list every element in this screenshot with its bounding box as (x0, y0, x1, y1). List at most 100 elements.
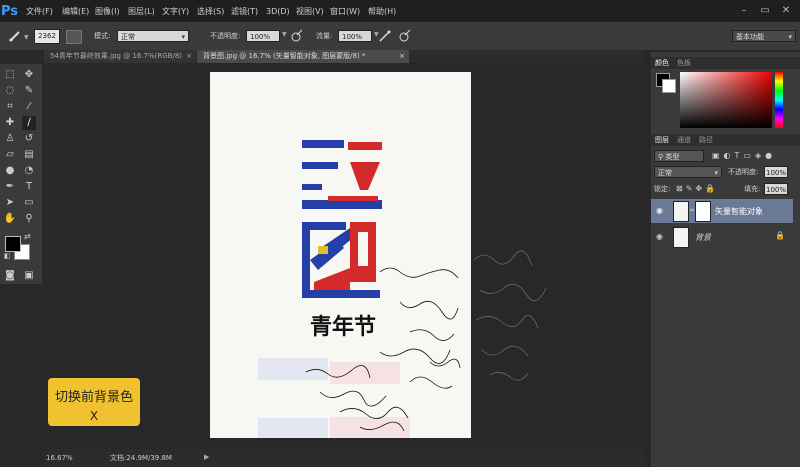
tab-swatches[interactable]: 色板 (677, 58, 691, 68)
close-icon[interactable]: ✕ (779, 5, 793, 17)
layer-filter-value: 类型 (665, 153, 680, 161)
layer-filter-icons[interactable]: ▣◐T▭◈● (712, 150, 796, 162)
maximize-icon[interactable]: ▭ (758, 5, 772, 17)
quick-mask-icon[interactable]: ◙ (3, 269, 17, 283)
blur-tool-icon[interactable]: ● (3, 164, 17, 178)
eyedropper-tool-icon[interactable]: ⁄ (22, 100, 36, 114)
eraser-tool-icon[interactable]: ▱ (3, 148, 17, 162)
tab-close-icon[interactable]: × (186, 50, 192, 63)
brush-size-field[interactable]: 2362 (34, 29, 60, 44)
layers-panel-tabs: 图层 通道 路径 (651, 134, 800, 146)
eye-icon[interactable]: ◉ (656, 232, 663, 241)
tab-color[interactable]: 颜色 (655, 58, 669, 68)
layer-mask-thumbnail[interactable] (695, 201, 711, 222)
brush-tool-icon[interactable]: ∕ (22, 116, 36, 130)
brush-picker-arrow-icon[interactable]: ▼ (24, 34, 32, 41)
opacity-arrow-icon[interactable]: ▼ (282, 31, 287, 38)
menu-view[interactable]: 视图(V) (296, 6, 324, 18)
fill-input[interactable]: 100% (764, 183, 788, 195)
layer-row-background[interactable]: ◉ 背景 🔒 (651, 225, 793, 249)
panel-background-swatch[interactable] (662, 79, 676, 93)
marquee-tool-icon[interactable]: ⬚ (3, 68, 17, 82)
opacity-input[interactable]: 100% (246, 30, 280, 42)
blend-mode-select[interactable]: 正常 ▾ (654, 166, 722, 178)
layer-opacity-label: 不透明度: (728, 168, 759, 176)
poster-artwork: 青年节 (258, 140, 461, 438)
quick-select-tool-icon[interactable]: ✎ (22, 84, 36, 98)
tab-paths[interactable]: 路径 (699, 135, 713, 145)
tab-layers[interactable]: 图层 (655, 135, 669, 145)
menu-window[interactable]: 窗口(W) (330, 6, 360, 18)
layer-thumbnail (673, 201, 689, 222)
gradient-tool-icon[interactable]: ▤ (22, 148, 36, 162)
move-tool-icon[interactable]: ✥ (22, 68, 36, 82)
minimize-icon[interactable]: – (737, 5, 751, 17)
pressure-size-icon[interactable] (398, 29, 412, 46)
tab-channels[interactable]: 通道 (677, 135, 691, 145)
photoshop-logo: Ps (1, 4, 19, 19)
dodge-tool-icon[interactable]: ◔ (22, 164, 36, 178)
brush-tool-icon[interactable] (8, 29, 22, 46)
pressure-opacity-icon[interactable] (290, 29, 304, 46)
blend-mode-value: 正常 (658, 169, 672, 177)
menu-file[interactable]: 文件(F) (26, 6, 53, 18)
menu-edit[interactable]: 编辑(E) (62, 6, 89, 18)
default-colors-icon[interactable]: ◧ (4, 252, 11, 260)
tooltip-shortcut: X (89, 409, 99, 423)
tab-background-image[interactable]: 背景图.jpg @ 16.7% (矢量智能对象, 图层蒙版/8) * × (197, 50, 409, 63)
rectangle-tool-icon[interactable]: ▭ (22, 196, 36, 210)
type-tool-icon[interactable]: T (22, 180, 36, 194)
search-icon: ⚲ (658, 153, 664, 161)
link-icon: ∞ (689, 206, 695, 214)
poster-title-text: 青年节 (310, 314, 376, 340)
tooltip-title: 切换前背景色 (54, 390, 133, 405)
chevron-down-icon: ▾ (788, 33, 792, 41)
path-select-tool-icon[interactable]: ➤ (3, 196, 17, 210)
flow-input[interactable]: 100% (338, 30, 372, 42)
status-menu-arrow-icon[interactable]: ▶ (204, 453, 209, 461)
healing-brush-tool-icon[interactable]: ✚ (3, 116, 17, 130)
mode-select[interactable]: 正常 ▾ (117, 30, 189, 42)
layer-name[interactable]: 矢量智能对象 (715, 206, 763, 217)
color-spectrum-picker[interactable] (680, 72, 772, 128)
swap-colors-icon[interactable]: ⇄ (24, 232, 31, 241)
workspace-value: 基本功能 (736, 33, 764, 41)
eye-icon[interactable]: ◉ (656, 206, 663, 215)
status-bar: 16.67% 文档:24.9M/39.8M ▶ (44, 449, 644, 467)
brush-panel-toggle-icon[interactable] (66, 30, 82, 44)
menu-type[interactable]: 文字(Y) (162, 6, 189, 18)
clone-stamp-tool-icon[interactable]: ♙ (3, 132, 17, 146)
lasso-tool-icon[interactable]: ◌ (3, 84, 17, 98)
crop-tool-icon[interactable]: ⌗ (3, 100, 17, 114)
menu-layer[interactable]: 图层(L) (128, 6, 155, 18)
hand-tool-icon[interactable]: ✋ (3, 212, 17, 226)
hue-slider[interactable] (775, 72, 783, 128)
fill-label: 填充: (744, 185, 761, 193)
history-brush-tool-icon[interactable]: ↺ (22, 132, 36, 146)
workspace-select[interactable]: 基本功能 ▾ (732, 30, 796, 42)
mode-label: 模式: (94, 32, 111, 40)
lock-icons[interactable]: ⊠✎✥🔒 (676, 183, 726, 195)
pen-tool-icon[interactable]: ✒ (3, 180, 17, 194)
tab-final-effect[interactable]: 54青年节最终效果.jpg @ 16.7%(RGB/8) × (44, 50, 196, 63)
layer-opacity-input[interactable]: 100% (764, 166, 788, 178)
layer-filter-select[interactable]: ⚲ 类型 (654, 150, 704, 162)
zoom-tool-icon[interactable]: ⚲ (22, 212, 36, 226)
screen-mode-icon[interactable]: ▣ (22, 269, 36, 283)
document-canvas[interactable]: 青年节 (210, 72, 471, 438)
color-panel-tabs: 颜色 色板 (651, 57, 800, 69)
menu-select[interactable]: 选择(S) (197, 6, 224, 18)
zoom-level[interactable]: 16.67% (46, 452, 76, 464)
menu-image[interactable]: 图像(I) (95, 6, 120, 18)
layer-name[interactable]: 背景 (695, 232, 711, 243)
foreground-color-swatch-front[interactable] (5, 236, 21, 252)
mode-select-value: 正常 (121, 33, 135, 41)
menu-filter[interactable]: 滤镜(T) (231, 6, 258, 18)
airbrush-icon[interactable] (378, 29, 392, 46)
chevron-down-icon: ▾ (714, 169, 718, 177)
menu-3d[interactable]: 3D(D) (266, 6, 290, 18)
tab-close-icon[interactable]: × (399, 50, 405, 63)
tab-label: 背景图.jpg @ 16.7% (矢量智能对象, 图层蒙版/8) * (203, 52, 366, 60)
menu-help[interactable]: 帮助(H) (368, 6, 396, 18)
layer-row-smart-object[interactable]: ◉ ∞ 矢量智能对象 (651, 199, 793, 223)
